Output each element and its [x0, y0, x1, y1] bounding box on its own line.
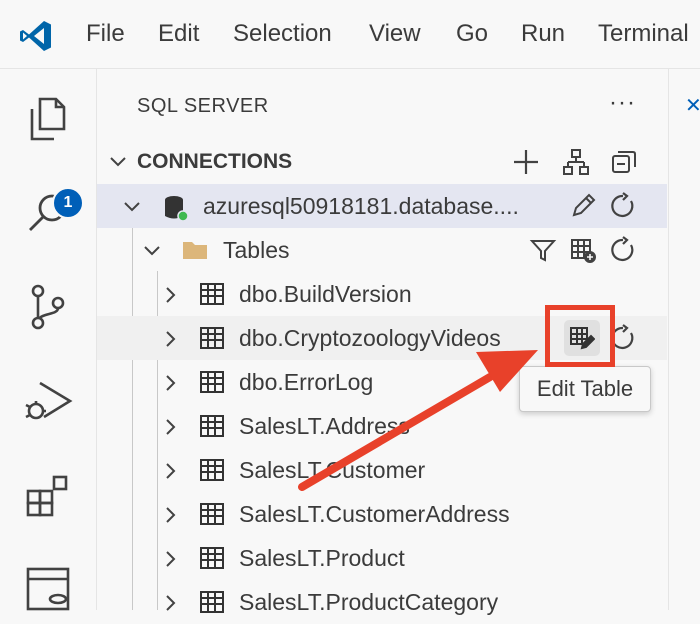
edit-table-tooltip: Edit Table: [519, 366, 651, 412]
table-icon: [200, 415, 224, 437]
run-debug-icon[interactable]: [22, 375, 74, 427]
new-table-icon[interactable]: [569, 236, 597, 264]
table-icon: [200, 459, 224, 481]
server-name: azuresql50918181.database....: [203, 193, 519, 219]
table-icon: [200, 591, 224, 613]
edit-connection-icon[interactable]: [569, 192, 597, 220]
connections-label: CONNECTIONS: [137, 150, 293, 173]
menu-go[interactable]: Go: [456, 20, 488, 48]
chevron-right-icon: [166, 551, 176, 567]
menu-view[interactable]: View: [369, 20, 421, 48]
chevron-right-icon: [166, 375, 176, 391]
table-name: SalesLT.Product: [239, 545, 405, 571]
table-row[interactable]: SalesLT.CustomerAddress: [97, 492, 667, 536]
refresh-icon[interactable]: [609, 192, 637, 220]
connections-section-header[interactable]: CONNECTIONS: [97, 145, 667, 179]
table-name: dbo.BuildVersion: [239, 281, 412, 307]
table-icon: [200, 503, 224, 525]
chevron-down-icon: [110, 157, 126, 167]
explorer-icon[interactable]: [22, 93, 74, 145]
add-connection-icon[interactable]: [511, 147, 541, 177]
highlight-box: [545, 305, 615, 367]
table-icon: [200, 547, 224, 569]
table-row[interactable]: SalesLT.Customer: [97, 448, 667, 492]
chevron-right-icon: [166, 507, 176, 523]
explorer-badge: 1: [52, 187, 84, 219]
chevron-down-icon: [144, 246, 160, 256]
menu-file[interactable]: File: [86, 20, 125, 48]
table-row[interactable]: SalesLT.Product: [97, 536, 667, 580]
table-icon: [200, 283, 224, 305]
more-actions-button[interactable]: ···: [609, 89, 636, 117]
tables-folder-row[interactable]: Tables: [97, 228, 667, 272]
editor-area: ✕: [668, 69, 700, 610]
server-connection-row[interactable]: azuresql50918181.database....: [97, 184, 667, 228]
vscode-logo-icon: [20, 21, 51, 51]
table-icon: [200, 327, 224, 349]
table-name: SalesLT.Address: [239, 413, 410, 439]
refresh-icon[interactable]: [609, 236, 637, 264]
table-icon: [200, 371, 224, 393]
sql-server-icon[interactable]: [22, 563, 74, 615]
chevron-right-icon: [166, 419, 176, 435]
tables-folder-label: Tables: [223, 237, 290, 263]
tab-close-icon[interactable]: ✕: [685, 93, 700, 118]
chevron-right-icon: [166, 595, 176, 611]
table-name: SalesLT.ProductCategory: [239, 589, 499, 615]
table-name: dbo.CryptozoologyVideos: [239, 325, 501, 351]
table-name: SalesLT.Customer: [239, 457, 426, 483]
table-name: dbo.ErrorLog: [239, 369, 374, 395]
extensions-icon[interactable]: [22, 469, 74, 521]
collapse-all-icon[interactable]: [609, 147, 639, 177]
new-server-group-icon[interactable]: [561, 147, 591, 177]
filter-icon[interactable]: [529, 236, 557, 264]
source-control-icon[interactable]: [22, 281, 74, 333]
menu-terminal[interactable]: Terminal: [598, 20, 689, 48]
chevron-down-icon: [124, 202, 140, 212]
panel-title: SQL SERVER: [137, 95, 269, 117]
folder-icon: [183, 242, 207, 259]
menu-bar: File Edit Selection View Go Run Terminal: [0, 0, 700, 69]
chevron-right-icon: [166, 287, 176, 303]
activity-bar: 1: [0, 69, 97, 611]
menu-run[interactable]: Run: [521, 20, 565, 48]
chevron-right-icon: [166, 463, 176, 479]
table-name: SalesLT.CustomerAddress: [239, 501, 510, 527]
database-icon: [165, 196, 189, 222]
table-row[interactable]: SalesLT.ProductCategory: [97, 580, 667, 624]
menu-edit[interactable]: Edit: [158, 20, 199, 48]
menu-selection[interactable]: Selection: [233, 20, 332, 48]
chevron-right-icon: [166, 331, 176, 347]
